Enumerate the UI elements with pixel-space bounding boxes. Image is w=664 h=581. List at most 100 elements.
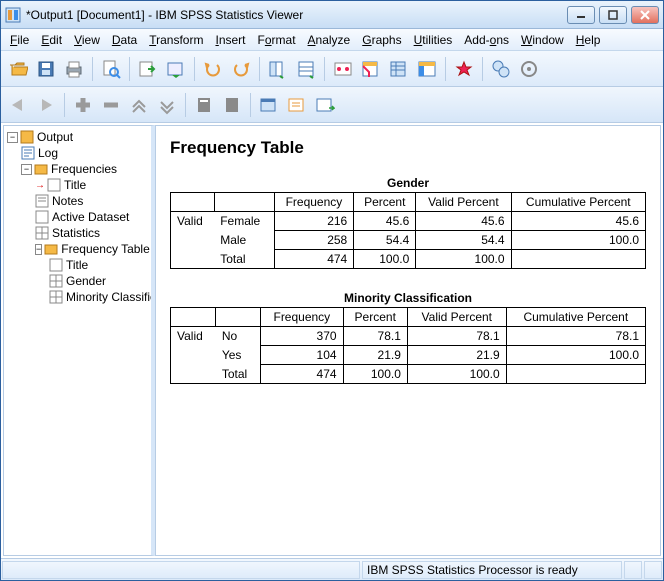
page-title: Frequency Table <box>170 138 646 158</box>
export-button[interactable] <box>135 56 161 82</box>
tree-ft-minority[interactable]: Minority Classification <box>66 290 155 304</box>
cell: 104 <box>261 346 343 365</box>
title-icon <box>47 178 61 192</box>
recall-dialog-button[interactable] <box>163 56 189 82</box>
menu-utilities[interactable]: Utilities <box>409 31 458 49</box>
table-icon <box>49 274 63 288</box>
cell: 100.0 <box>511 231 645 250</box>
tree-ft-title[interactable]: Title <box>66 258 88 272</box>
use-sets-button[interactable] <box>414 56 440 82</box>
open-button[interactable] <box>5 56 31 82</box>
cell: 100.0 <box>407 365 506 384</box>
cell: 78.1 <box>407 327 506 346</box>
tree-log[interactable]: Log <box>38 146 58 160</box>
demote-button[interactable] <box>98 92 124 118</box>
tree-statistics[interactable]: Statistics <box>52 226 100 240</box>
value-labels-button[interactable] <box>386 56 412 82</box>
app-window: *Output1 [Document1] - IBM SPSS Statisti… <box>0 0 664 581</box>
row-label: No <box>216 327 261 346</box>
tree-output[interactable]: Output <box>37 130 73 144</box>
toolbar-nav <box>1 87 663 123</box>
row-label: Total <box>216 365 261 384</box>
variables-button[interactable] <box>330 56 356 82</box>
designate-window-button[interactable] <box>451 56 477 82</box>
goto-data-button[interactable] <box>265 56 291 82</box>
table-icon <box>35 226 49 240</box>
toolbar-main <box>1 51 663 87</box>
collapse-button[interactable] <box>154 92 180 118</box>
cell <box>506 365 645 384</box>
menu-edit[interactable]: Edit <box>36 31 67 49</box>
col-header: Cumulative Percent <box>506 308 645 327</box>
minimize-button[interactable] <box>567 6 595 24</box>
hide-button[interactable] <box>219 92 245 118</box>
tree-title[interactable]: Title <box>64 178 86 192</box>
table-row: ValidFemale21645.645.645.6 <box>171 212 646 231</box>
col-header: Percent <box>354 193 416 212</box>
statusbar: IBM SPSS Statistics Processor is ready <box>1 558 663 580</box>
collapse-icon[interactable]: − <box>35 244 42 255</box>
split-file-button[interactable] <box>488 56 514 82</box>
insert-title-button[interactable] <box>284 92 310 118</box>
table-row: Total474100.0100.0 <box>171 250 646 269</box>
document-pane[interactable]: Frequency Table GenderFrequencyPercentVa… <box>155 125 661 556</box>
collapse-icon[interactable]: − <box>7 132 18 143</box>
redo-button[interactable] <box>228 56 254 82</box>
weight-cases-button[interactable] <box>516 56 542 82</box>
tree-ft-gender[interactable]: Gender <box>66 274 106 288</box>
collapse-icon[interactable]: − <box>21 164 32 175</box>
menu-file[interactable]: File <box>5 31 34 49</box>
menu-format[interactable]: Format <box>253 31 301 49</box>
table-row: Yes10421.921.9100.0 <box>171 346 646 365</box>
promote-button[interactable] <box>70 92 96 118</box>
cell: 78.1 <box>506 327 645 346</box>
forward-button[interactable] <box>33 92 59 118</box>
frequency-table: FrequencyPercentValid PercentCumulative … <box>170 307 646 384</box>
goto-case-button[interactable] <box>293 56 319 82</box>
menu-view[interactable]: View <box>69 31 105 49</box>
row-label: Total <box>214 250 274 269</box>
outline-pane[interactable]: −Output Log −Frequencies →Title Notes Ac… <box>3 125 155 556</box>
select-cases-button[interactable] <box>358 56 384 82</box>
menu-analyze[interactable]: Analyze <box>303 31 356 49</box>
cell: 21.9 <box>407 346 506 365</box>
menu-window[interactable]: Window <box>516 31 569 49</box>
menu-data[interactable]: Data <box>107 31 142 49</box>
tree-frequencies[interactable]: Frequencies <box>51 162 117 176</box>
titlebar: *Output1 [Document1] - IBM SPSS Statisti… <box>1 1 663 29</box>
show-button[interactable] <box>191 92 217 118</box>
save-button[interactable] <box>33 56 59 82</box>
close-button[interactable] <box>631 6 659 24</box>
menu-addons[interactable]: Add-ons <box>459 31 514 49</box>
row-stub <box>171 231 215 250</box>
output-icon <box>20 130 34 144</box>
undo-button[interactable] <box>200 56 226 82</box>
col-header: Frequency <box>261 308 343 327</box>
menu-graphs[interactable]: Graphs <box>357 31 406 49</box>
tree-notes[interactable]: Notes <box>52 194 83 208</box>
insert-text-button[interactable] <box>312 92 338 118</box>
col-header: Valid Percent <box>416 193 511 212</box>
cell: 45.6 <box>511 212 645 231</box>
cell: 370 <box>261 327 343 346</box>
status-slot <box>644 561 662 579</box>
menu-insert[interactable]: Insert <box>210 31 250 49</box>
print-preview-button[interactable] <box>98 56 124 82</box>
maximize-button[interactable] <box>599 6 627 24</box>
row-stub <box>171 365 216 384</box>
tree-active[interactable]: Active Dataset <box>52 210 129 224</box>
menu-help[interactable]: Help <box>571 31 606 49</box>
row-stub: Valid <box>171 212 215 231</box>
table-row: Total474100.0100.0 <box>171 365 646 384</box>
app-icon <box>5 7 21 23</box>
back-button[interactable] <box>5 92 31 118</box>
insert-heading-button[interactable] <box>256 92 282 118</box>
print-button[interactable] <box>61 56 87 82</box>
menu-transform[interactable]: Transform <box>144 31 208 49</box>
row-label: Male <box>214 231 274 250</box>
cell: 100.0 <box>416 250 511 269</box>
cell: 216 <box>274 212 354 231</box>
cell: 45.6 <box>416 212 511 231</box>
tree-freq-table[interactable]: Frequency Table <box>61 242 150 256</box>
expand-button[interactable] <box>126 92 152 118</box>
